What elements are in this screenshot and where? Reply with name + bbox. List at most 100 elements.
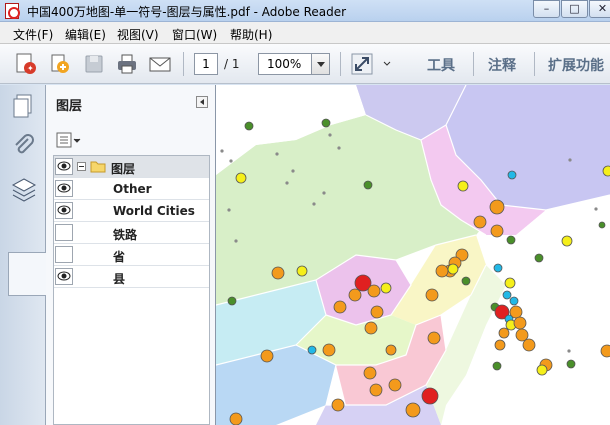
more-tools-icon[interactable]	[382, 52, 392, 76]
maximize-button[interactable]: □	[561, 0, 588, 18]
visibility-box[interactable]	[55, 224, 73, 241]
attachments-icon[interactable]	[8, 131, 40, 165]
city-marker	[493, 263, 503, 273]
window-controls: – □ ✕	[532, 0, 610, 18]
layers-panel-header: 图层	[46, 85, 216, 119]
menu-help[interactable]: 帮助(H)	[230, 26, 272, 43]
town-marker	[594, 207, 598, 211]
city-marker	[502, 290, 512, 300]
eye-icon[interactable]	[55, 268, 73, 285]
layer-name: Other	[113, 182, 152, 196]
city-marker	[494, 339, 506, 351]
tools-button[interactable]: 工具	[427, 55, 455, 75]
town-marker	[275, 152, 279, 156]
toolbar-separator	[183, 52, 184, 76]
city-marker	[598, 221, 606, 229]
close-button[interactable]: ✕	[589, 0, 610, 18]
layer-options-button[interactable]	[56, 131, 82, 149]
city-marker	[461, 276, 471, 286]
city-marker	[380, 282, 392, 294]
city-marker	[602, 165, 610, 177]
town-marker	[285, 181, 289, 185]
layers-icon[interactable]	[8, 173, 40, 207]
toolbar-separator	[473, 52, 474, 76]
city-marker	[509, 296, 519, 306]
save-icon[interactable]	[82, 52, 106, 76]
zoom-select[interactable]: 100%	[258, 53, 330, 75]
chevron-down-icon[interactable]	[311, 54, 329, 74]
toolbar: ✦ 1 / 1 100% 工具 注释 扩展功能	[0, 44, 610, 84]
email-icon[interactable]	[148, 52, 172, 76]
combine-files-icon[interactable]	[48, 52, 72, 76]
city-marker	[296, 265, 308, 277]
town-marker	[291, 169, 295, 173]
title-bar: 中国400万地图-单一符号-图层与属性.pdf - Adobe Reader –…	[0, 0, 610, 22]
city-marker	[498, 327, 510, 339]
city-marker	[507, 170, 517, 180]
city-marker	[229, 412, 243, 425]
town-marker	[568, 158, 572, 162]
layer-name: World Cities	[113, 204, 195, 218]
menu-file[interactable]: 文件(F)	[13, 26, 53, 43]
layers-tab-active[interactable]	[8, 252, 46, 296]
city-marker	[385, 344, 397, 356]
layer-row-root[interactable]: 图层	[54, 156, 209, 178]
menu-view[interactable]: 视图(V)	[117, 26, 159, 43]
city-marker	[515, 328, 529, 342]
town-marker	[227, 208, 231, 212]
navigation-pane	[0, 85, 46, 425]
city-marker	[561, 235, 573, 247]
city-marker	[427, 331, 441, 345]
toolbar-separator	[340, 52, 341, 76]
layer-row-other[interactable]: Other	[54, 178, 209, 200]
city-marker	[534, 253, 544, 263]
fit-page-icon[interactable]	[350, 52, 374, 76]
page-number-input[interactable]: 1	[194, 53, 218, 75]
collapse-panel-button[interactable]	[196, 96, 208, 108]
city-marker	[425, 288, 439, 302]
city-marker	[509, 305, 523, 319]
menu-window[interactable]: 窗口(W)	[172, 26, 217, 43]
city-marker	[492, 361, 502, 371]
folder-icon	[90, 160, 106, 173]
adobe-reader-icon	[5, 3, 20, 19]
layer-tree: 图层 Other World Cities 铁路 省 县	[53, 155, 210, 425]
city-marker	[473, 215, 487, 229]
visibility-box[interactable]	[55, 246, 73, 263]
minimize-button[interactable]: –	[533, 0, 560, 18]
layer-row-railway[interactable]: 铁路	[54, 222, 209, 244]
town-marker	[312, 202, 316, 206]
city-marker	[504, 277, 516, 289]
eye-icon[interactable]	[55, 158, 73, 175]
eye-icon[interactable]	[55, 180, 73, 197]
town-marker	[322, 191, 326, 195]
city-marker	[457, 180, 469, 192]
extend-features-button[interactable]: 扩展功能	[548, 55, 604, 75]
city-marker	[536, 364, 548, 376]
layer-row-world-cities[interactable]: World Cities	[54, 200, 209, 222]
city-marker	[566, 359, 576, 369]
city-marker	[370, 305, 384, 319]
town-marker	[567, 349, 571, 353]
zoom-value: 100%	[267, 57, 302, 71]
menu-edit[interactable]: 编辑(E)	[65, 26, 106, 43]
document-view[interactable]	[216, 85, 610, 425]
print-icon[interactable]	[115, 52, 139, 76]
collapse-toggle[interactable]	[77, 162, 86, 171]
city-marker	[363, 366, 377, 380]
create-pdf-icon[interactable]: ✦	[14, 52, 38, 76]
town-marker	[337, 146, 341, 150]
layers-panel: 图层 图层 Other World Cities 铁路 省 县	[46, 85, 216, 425]
town-marker	[234, 239, 238, 243]
city-marker	[363, 180, 373, 190]
eye-icon[interactable]	[55, 202, 73, 219]
pages-icon[interactable]	[8, 91, 40, 125]
layer-row-county[interactable]: 县	[54, 266, 209, 288]
city-marker	[405, 402, 421, 418]
layer-row-province[interactable]: 省	[54, 244, 209, 266]
city-marker	[333, 300, 347, 314]
city-marker	[388, 378, 402, 392]
comment-button[interactable]: 注释	[488, 55, 516, 75]
city-marker	[369, 383, 383, 397]
window-title: 中国400万地图-单一符号-图层与属性.pdf - Adobe Reader	[27, 5, 347, 19]
